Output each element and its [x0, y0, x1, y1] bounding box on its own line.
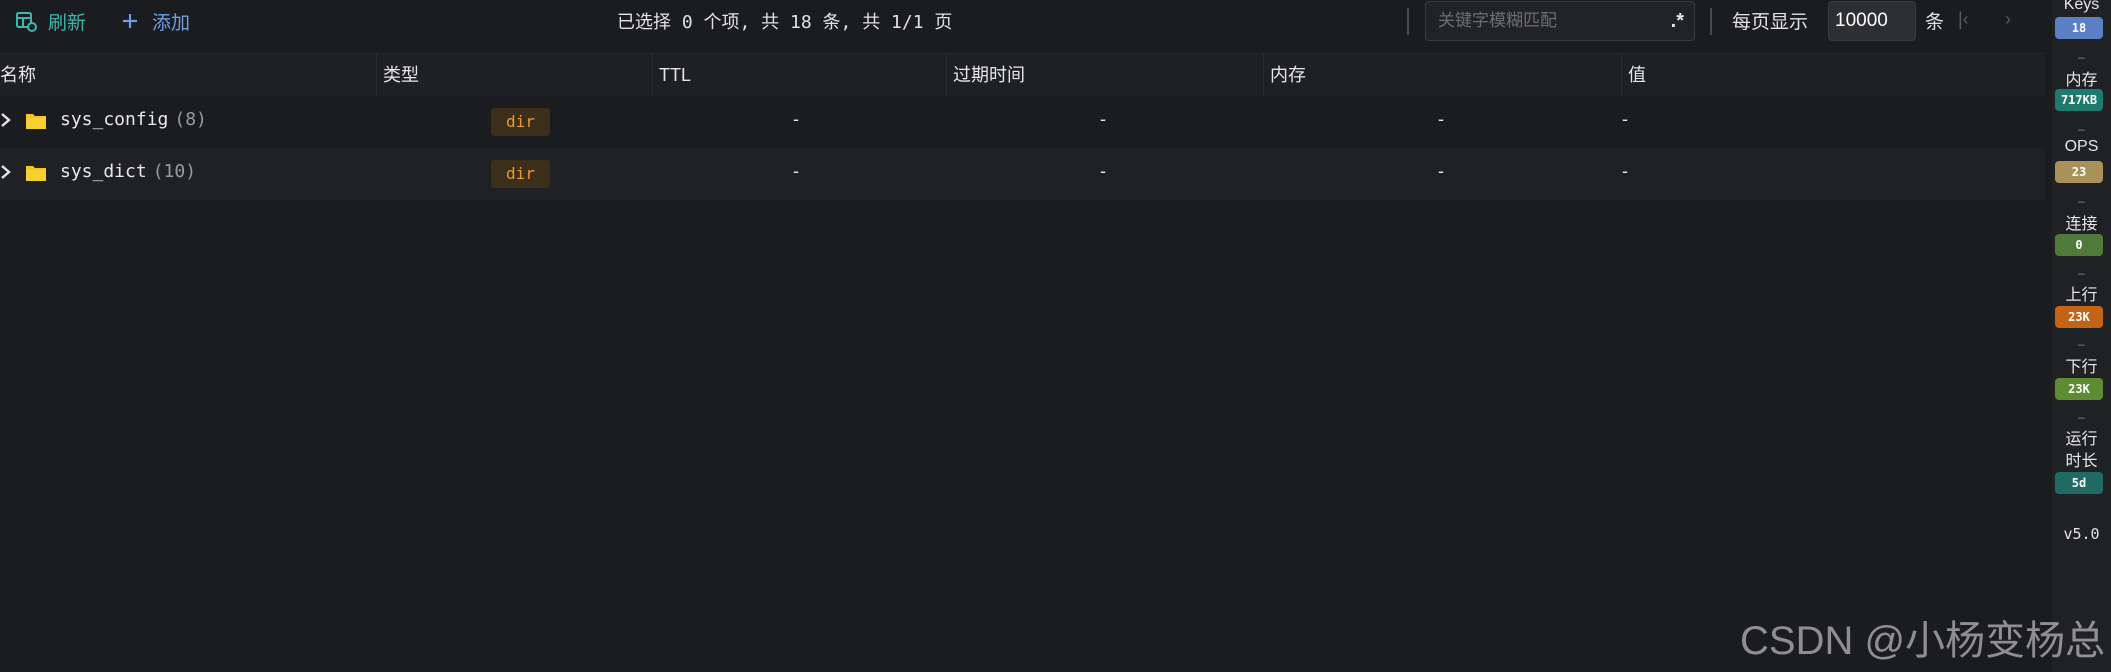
page-size-label: 每页显示 — [1732, 12, 1809, 33]
search-input[interactable] — [1436, 10, 1671, 32]
key-name[interactable]: sys_dict (10) — [60, 161, 196, 182]
stat-label-download: 下行 — [2065, 359, 2098, 376]
selection-status: 已选择 0 个项, 共 18 条, 共 1/1 页 — [617, 12, 953, 33]
page-size-input[interactable] — [1828, 1, 1916, 41]
toolbar-divider — [1407, 8, 1409, 35]
expire-cell: - — [1100, 109, 1106, 129]
stat-badge-ops: 23 — [2055, 161, 2103, 183]
key-count: (10) — [152, 161, 197, 182]
version-label: v5.0 — [2063, 525, 2100, 543]
memory-cell: - — [1438, 109, 1444, 129]
stat-label-ops: OPS — [2064, 138, 2099, 155]
folder-icon — [25, 163, 47, 183]
type-badge: dir — [491, 160, 550, 188]
stat-label-memory: 内存 — [2065, 72, 2098, 89]
refresh-table-icon — [14, 9, 38, 33]
column-header-type[interactable]: 类型 — [376, 54, 652, 97]
add-label: 添加 — [152, 12, 191, 34]
toolbar: 刷新 添加 已选择 0 个项, 共 18 条, 共 1/1 页 .* 每页显示 — [0, 0, 2052, 43]
stat-label-connections: 连接 — [2065, 216, 2098, 233]
table-row[interactable]: sys_config (8) dir - - - - — [0, 96, 2045, 148]
table-row[interactable]: sys_dict (10) dir - - - - — [0, 148, 2045, 200]
type-badge: dir — [491, 108, 550, 136]
stat-label-uptime-line2: 时长 — [2065, 453, 2098, 470]
plus-icon — [118, 9, 142, 33]
next-page-button[interactable]: › — [2005, 9, 2011, 30]
stat-label-keys: Keys — [2063, 0, 2100, 13]
column-header-ttl[interactable]: TTL — [652, 54, 946, 97]
redis-browser-window: 刷新 添加 已选择 0 个项, 共 18 条, 共 1/1 页 .* 每页显示 — [0, 0, 2111, 672]
refresh-label: 刷新 — [48, 12, 87, 34]
stat-badge-uptime: 5d — [2055, 472, 2103, 494]
stat-separator: – — [2078, 266, 2085, 280]
ttl-cell: - — [793, 109, 799, 129]
column-header-name[interactable]: 名称 — [0, 54, 376, 97]
key-list-panel: 刷新 添加 已选择 0 个项, 共 18 条, 共 1/1 页 .* 每页显示 — [0, 0, 2052, 672]
toolbar-divider — [1710, 8, 1712, 35]
column-header-memory[interactable]: 内存 — [1263, 54, 1621, 97]
table-header: 名称 类型 TTL 过期时间 内存 值 — [0, 53, 2045, 97]
search-box: .* — [1425, 1, 1695, 41]
stat-separator: – — [2078, 122, 2085, 136]
stat-badge-connections: 0 — [2055, 234, 2103, 256]
folder-icon — [25, 111, 47, 131]
stat-badge-keys: 18 — [2055, 17, 2103, 39]
expire-cell: - — [1100, 161, 1106, 181]
stat-badge-memory: 717KB — [2055, 89, 2103, 111]
column-header-expire[interactable]: 过期时间 — [946, 54, 1263, 97]
stat-badge-upload: 23K — [2055, 306, 2103, 328]
value-cell: - — [1622, 109, 1628, 129]
stat-separator: – — [2078, 410, 2085, 424]
regex-icon[interactable]: .* — [1671, 10, 1684, 33]
memory-cell: - — [1438, 161, 1444, 181]
key-name[interactable]: sys_config (8) — [60, 109, 207, 130]
server-stats-sidebar: Keys 18 – 内存 717KB – OPS 23 – 连接 0 – 上行 … — [2052, 0, 2111, 672]
page-size-unit: 条 — [1925, 12, 1945, 33]
refresh-button[interactable]: 刷新 — [14, 5, 86, 37]
ttl-cell: - — [793, 161, 799, 181]
first-page-button[interactable]: |‹ — [1958, 9, 1969, 30]
chevron-right-icon[interactable] — [0, 110, 14, 132]
stat-separator: – — [2078, 194, 2085, 208]
stat-label-uptime-line1: 运行 — [2065, 431, 2098, 448]
stat-separator: – — [2078, 50, 2085, 64]
stat-label-upload: 上行 — [2065, 287, 2098, 304]
column-header-value[interactable]: 值 — [1621, 54, 2045, 97]
add-button[interactable]: 添加 — [118, 5, 190, 37]
stat-separator: – — [2078, 337, 2085, 351]
key-count: (8) — [174, 109, 207, 130]
chevron-right-icon[interactable] — [0, 162, 14, 184]
value-cell: - — [1622, 161, 1628, 181]
stat-badge-download: 23K — [2055, 378, 2103, 400]
watermark: CSDN @小杨变杨总 — [1740, 619, 2106, 663]
